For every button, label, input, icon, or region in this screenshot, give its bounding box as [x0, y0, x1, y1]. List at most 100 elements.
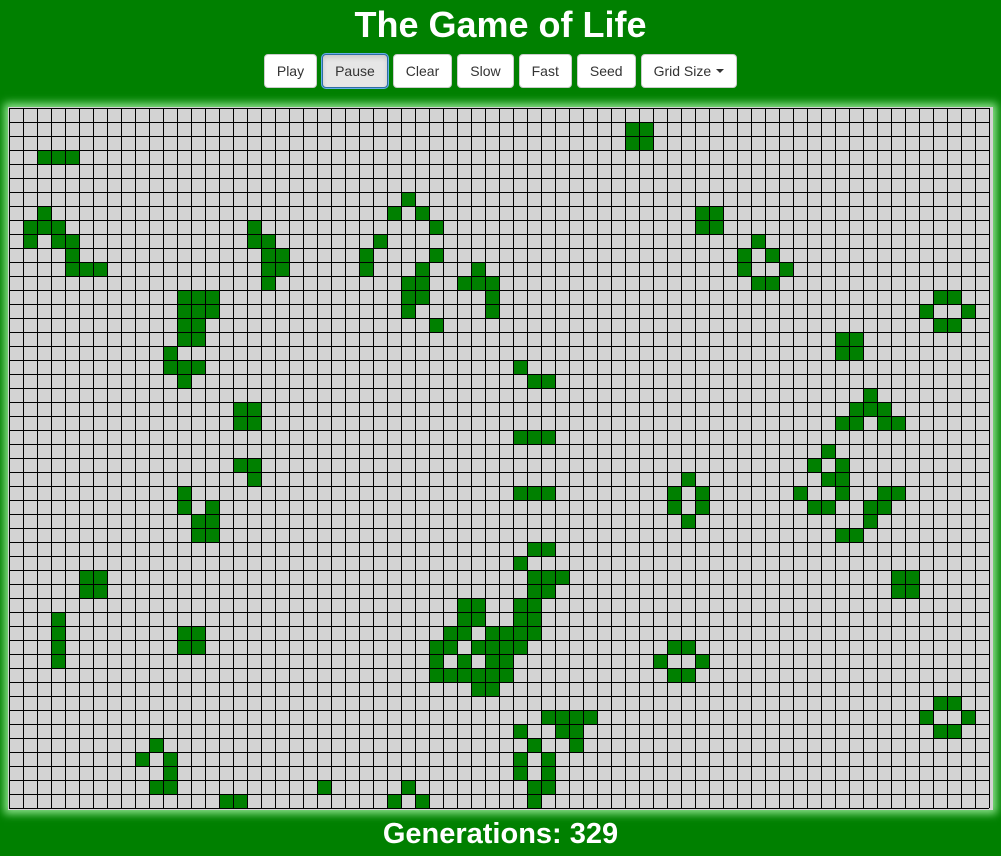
live-cell[interactable]: [877, 416, 891, 430]
live-cell[interactable]: [541, 710, 555, 724]
live-cell[interactable]: [149, 738, 163, 752]
live-cell[interactable]: [457, 668, 471, 682]
live-cell[interactable]: [625, 122, 639, 136]
live-cell[interactable]: [527, 738, 541, 752]
live-cell[interactable]: [51, 654, 65, 668]
live-cell[interactable]: [401, 780, 415, 794]
live-cell[interactable]: [163, 752, 177, 766]
live-cell[interactable]: [191, 626, 205, 640]
live-cell[interactable]: [23, 234, 37, 248]
seed-button[interactable]: Seed: [576, 54, 636, 88]
live-cell[interactable]: [471, 598, 485, 612]
live-cell[interactable]: [177, 290, 191, 304]
live-cell[interactable]: [933, 290, 947, 304]
live-cell[interactable]: [877, 402, 891, 416]
live-cell[interactable]: [317, 780, 331, 794]
live-cell[interactable]: [569, 710, 583, 724]
live-cell[interactable]: [849, 402, 863, 416]
live-cell[interactable]: [513, 556, 527, 570]
live-cell[interactable]: [835, 486, 849, 500]
live-cell[interactable]: [807, 458, 821, 472]
live-cell[interactable]: [457, 598, 471, 612]
live-cell[interactable]: [527, 794, 541, 808]
live-cell[interactable]: [191, 290, 205, 304]
live-cell[interactable]: [513, 486, 527, 500]
live-cell[interactable]: [23, 220, 37, 234]
live-cell[interactable]: [667, 640, 681, 654]
live-cell[interactable]: [891, 570, 905, 584]
live-cell[interactable]: [261, 234, 275, 248]
live-cell[interactable]: [667, 500, 681, 514]
live-cell[interactable]: [415, 794, 429, 808]
live-cell[interactable]: [541, 486, 555, 500]
live-cell[interactable]: [639, 122, 653, 136]
live-cell[interactable]: [51, 220, 65, 234]
live-cell[interactable]: [471, 276, 485, 290]
live-cell[interactable]: [933, 318, 947, 332]
live-cell[interactable]: [65, 150, 79, 164]
live-cell[interactable]: [205, 500, 219, 514]
live-cell[interactable]: [499, 668, 513, 682]
live-cell[interactable]: [513, 626, 527, 640]
live-cell[interactable]: [275, 262, 289, 276]
live-cell[interactable]: [863, 500, 877, 514]
fast-button[interactable]: Fast: [518, 54, 572, 88]
live-cell[interactable]: [527, 626, 541, 640]
live-cell[interactable]: [499, 654, 513, 668]
live-cell[interactable]: [527, 598, 541, 612]
live-cell[interactable]: [415, 262, 429, 276]
live-cell[interactable]: [513, 640, 527, 654]
live-cell[interactable]: [835, 458, 849, 472]
live-cell[interactable]: [919, 710, 933, 724]
live-cell[interactable]: [401, 192, 415, 206]
live-cell[interactable]: [247, 416, 261, 430]
live-cell[interactable]: [163, 766, 177, 780]
live-cell[interactable]: [961, 710, 975, 724]
slow-button[interactable]: Slow: [457, 54, 514, 88]
live-cell[interactable]: [37, 220, 51, 234]
live-cell[interactable]: [387, 206, 401, 220]
live-cell[interactable]: [695, 500, 709, 514]
live-cell[interactable]: [737, 248, 751, 262]
live-cell[interactable]: [485, 304, 499, 318]
live-cell[interactable]: [695, 654, 709, 668]
live-cell[interactable]: [457, 654, 471, 668]
live-cell[interactable]: [429, 318, 443, 332]
live-cell[interactable]: [359, 262, 373, 276]
live-cell[interactable]: [541, 584, 555, 598]
live-cell[interactable]: [79, 584, 93, 598]
live-cell[interactable]: [849, 416, 863, 430]
live-cell[interactable]: [177, 332, 191, 346]
live-cell[interactable]: [639, 136, 653, 150]
live-cell[interactable]: [51, 640, 65, 654]
live-cell[interactable]: [485, 290, 499, 304]
live-cell[interactable]: [163, 360, 177, 374]
live-cell[interactable]: [485, 654, 499, 668]
live-cell[interactable]: [177, 304, 191, 318]
live-cell[interactable]: [947, 696, 961, 710]
live-cell[interactable]: [401, 304, 415, 318]
live-cell[interactable]: [555, 570, 569, 584]
live-cell[interactable]: [541, 766, 555, 780]
live-cell[interactable]: [177, 626, 191, 640]
live-cell[interactable]: [205, 528, 219, 542]
live-cell[interactable]: [527, 486, 541, 500]
live-cell[interactable]: [877, 486, 891, 500]
live-cell[interactable]: [569, 738, 583, 752]
live-cell[interactable]: [233, 416, 247, 430]
live-cell[interactable]: [429, 640, 443, 654]
live-cell[interactable]: [681, 640, 695, 654]
live-cell[interactable]: [387, 794, 401, 808]
live-cell[interactable]: [177, 318, 191, 332]
live-cell[interactable]: [541, 374, 555, 388]
live-cell[interactable]: [191, 640, 205, 654]
live-cell[interactable]: [933, 696, 947, 710]
live-cell[interactable]: [457, 276, 471, 290]
live-cell[interactable]: [513, 752, 527, 766]
live-cell[interactable]: [233, 402, 247, 416]
live-cell[interactable]: [709, 206, 723, 220]
cell-grid[interactable]: [9, 108, 990, 809]
pause-button[interactable]: Pause: [322, 54, 388, 88]
live-cell[interactable]: [177, 500, 191, 514]
live-cell[interactable]: [625, 136, 639, 150]
